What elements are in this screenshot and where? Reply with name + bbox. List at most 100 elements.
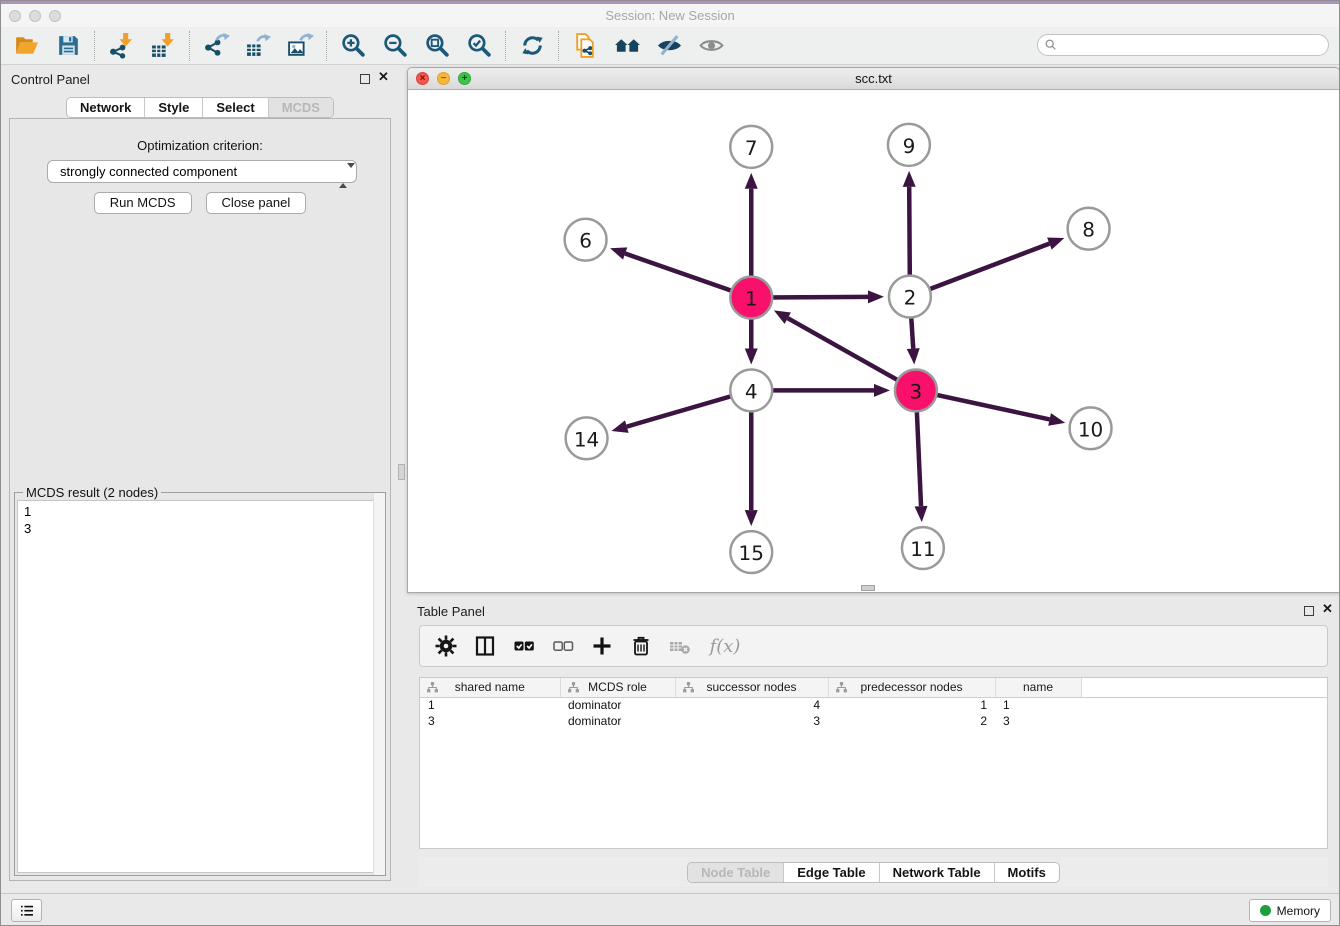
table-panel-title: Table Panel bbox=[417, 604, 485, 619]
column-header-label: MCDS role bbox=[588, 680, 647, 694]
table-toolbar: f(x) bbox=[419, 625, 1328, 667]
window-title: Session: New Session bbox=[1, 8, 1339, 23]
table-settings-button[interactable] bbox=[430, 631, 461, 662]
add-column-button[interactable] bbox=[586, 631, 617, 662]
mcds-panel: Optimization criterion: strongly connect… bbox=[9, 118, 391, 881]
table-cell[interactable]: 1 bbox=[995, 697, 1081, 713]
trash-icon bbox=[629, 634, 653, 658]
table-cell[interactable]: 1 bbox=[828, 697, 995, 713]
table-tab-edge-table[interactable]: Edge Table bbox=[783, 863, 878, 882]
node-table: shared name MCDS role successor nodesprede… bbox=[419, 677, 1328, 849]
zoom-in-button[interactable] bbox=[332, 29, 374, 63]
tab-network[interactable]: Network bbox=[67, 98, 144, 117]
table-cell[interactable]: 2 bbox=[828, 713, 995, 729]
import-network-icon bbox=[108, 32, 135, 59]
attribute-icon bbox=[426, 681, 439, 694]
column-header-name[interactable]: name bbox=[995, 678, 1081, 697]
network-canvas[interactable]: 1234678910111415 bbox=[408, 90, 1339, 592]
table-cell[interactable]: 3 bbox=[675, 713, 828, 729]
delete-table-button[interactable] bbox=[664, 631, 695, 662]
mcds-result-list[interactable]: 13 bbox=[17, 500, 383, 873]
run-mcds-button[interactable]: Run MCDS bbox=[94, 192, 192, 214]
table-cell[interactable]: dominator bbox=[560, 713, 675, 729]
import-table-button[interactable] bbox=[142, 29, 184, 63]
table-cell[interactable]: 1 bbox=[420, 697, 560, 713]
clone-network-button[interactable] bbox=[564, 29, 606, 63]
column-header-mcds-role[interactable]: MCDS role bbox=[560, 678, 675, 697]
toolbar-separator bbox=[189, 31, 190, 61]
delete-table-icon bbox=[668, 634, 692, 658]
column-header-shared-name[interactable]: shared name bbox=[420, 678, 560, 697]
row-filler bbox=[1081, 713, 1327, 729]
table-cell[interactable]: dominator bbox=[560, 697, 675, 713]
control-panel: Control Panel NetworkStyleSelectMCDS Opt… bbox=[1, 65, 399, 891]
maximize-view-icon[interactable] bbox=[458, 72, 471, 85]
column-header-successor-nodes[interactable]: successor nodes bbox=[675, 678, 828, 697]
graph-node-label-4: 4 bbox=[745, 379, 758, 403]
select-all-button[interactable] bbox=[508, 631, 539, 662]
unchecked-boxes-icon bbox=[551, 634, 575, 658]
graph-node-label-15: 15 bbox=[739, 541, 764, 565]
graph-arrowhead-4-14 bbox=[611, 420, 628, 432]
result-scrollbar[interactable] bbox=[373, 493, 385, 875]
header-filler bbox=[1081, 678, 1327, 697]
eye-icon bbox=[698, 32, 725, 59]
close-view-icon[interactable] bbox=[416, 72, 429, 85]
criterion-dropdown[interactable]: strongly connected component bbox=[47, 160, 357, 183]
export-image-button[interactable] bbox=[279, 29, 321, 63]
network-graph: 1234678910111415 bbox=[408, 90, 1339, 592]
toolbar-separator bbox=[94, 31, 95, 61]
table-cell[interactable]: 3 bbox=[420, 713, 560, 729]
network-window-titlebar: scc.txt bbox=[408, 68, 1339, 90]
table-tab-motifs[interactable]: Motifs bbox=[994, 863, 1059, 882]
column-header-predecessor-nodes[interactable]: predecessor nodes bbox=[828, 678, 995, 697]
save-session-button[interactable] bbox=[47, 29, 89, 63]
float-table-panel-icon[interactable] bbox=[1304, 606, 1314, 616]
attribute-icon bbox=[682, 681, 695, 694]
minimize-view-icon[interactable] bbox=[437, 72, 450, 85]
tab-mcds[interactable]: MCDS bbox=[268, 98, 333, 117]
graph-node-label-11: 11 bbox=[910, 537, 935, 561]
table-row[interactable]: 3dominator323 bbox=[420, 713, 1327, 729]
graph-arrowhead-1-2 bbox=[868, 290, 884, 303]
graph-arrowhead-1-7 bbox=[745, 173, 758, 189]
refresh-icon bbox=[519, 32, 546, 59]
canvas-resize-grip[interactable] bbox=[861, 585, 875, 591]
table-tab-network-table[interactable]: Network Table bbox=[879, 863, 994, 882]
close-panel-icon[interactable] bbox=[378, 69, 389, 85]
close-table-panel-icon[interactable] bbox=[1322, 601, 1333, 617]
deselect-all-button[interactable] bbox=[547, 631, 578, 662]
task-history-button[interactable] bbox=[11, 899, 42, 922]
refresh-view-button[interactable] bbox=[511, 29, 553, 63]
float-panel-icon[interactable] bbox=[360, 74, 370, 84]
table-cell[interactable]: 4 bbox=[675, 697, 828, 713]
delete-column-button[interactable] bbox=[625, 631, 656, 662]
zoom-fit-button[interactable] bbox=[416, 29, 458, 63]
zoom-out-button[interactable] bbox=[374, 29, 416, 63]
zoom-selected-button[interactable] bbox=[458, 29, 500, 63]
graph-edge-2-8[interactable] bbox=[910, 244, 1049, 297]
function-builder-button[interactable]: f(x) bbox=[703, 631, 747, 662]
column-header-label: name bbox=[1023, 680, 1053, 694]
open-session-button[interactable] bbox=[5, 29, 47, 63]
export-network-button[interactable] bbox=[195, 29, 237, 63]
toolbar-separator bbox=[505, 31, 506, 61]
show-all-button[interactable] bbox=[690, 29, 732, 63]
table-cell[interactable]: 3 bbox=[995, 713, 1081, 729]
import-table-icon bbox=[150, 32, 177, 59]
import-network-button[interactable] bbox=[100, 29, 142, 63]
panel-splitter[interactable] bbox=[398, 464, 405, 480]
column-view-button[interactable] bbox=[469, 631, 500, 662]
table-tab-node-table[interactable]: Node Table bbox=[688, 863, 783, 882]
search-icon bbox=[1044, 38, 1058, 52]
tab-select[interactable]: Select bbox=[202, 98, 267, 117]
close-panel-button[interactable]: Close panel bbox=[206, 192, 307, 214]
home-button[interactable] bbox=[606, 29, 648, 63]
table-row[interactable]: 1dominator411 bbox=[420, 697, 1327, 713]
memory-button[interactable]: Memory bbox=[1249, 899, 1331, 922]
search-input[interactable] bbox=[1037, 34, 1329, 56]
tab-style[interactable]: Style bbox=[144, 98, 202, 117]
export-table-button[interactable] bbox=[237, 29, 279, 63]
hide-selected-button[interactable] bbox=[648, 29, 690, 63]
titlebar: Session: New Session bbox=[1, 4, 1339, 27]
